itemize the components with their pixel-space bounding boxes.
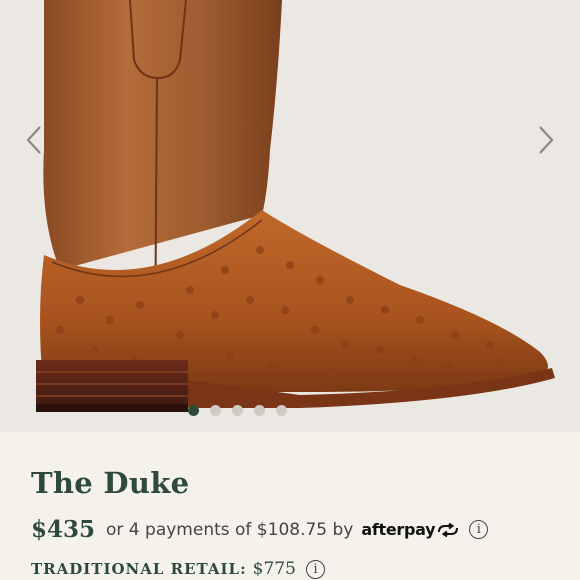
price-row: $435 or 4 payments of $108.75 by afterpa… [31,516,489,543]
chevron-left-icon [26,126,41,154]
retail-info-icon[interactable]: i [305,559,325,579]
installment-text: or 4 payments of $108.75 by [106,519,354,540]
pagination-dot-5[interactable] [276,405,287,416]
afterpay-info-icon[interactable]: i [469,520,489,539]
product-image-gallery[interactable] [0,0,580,432]
retail-price-row: TRADITIONAL RETAIL: $775 i [31,559,325,579]
gallery-pagination [188,405,287,416]
previous-image-button[interactable] [20,120,48,160]
pagination-dot-2[interactable] [210,405,221,416]
afterpay-logo[interactable]: afterpay [361,520,459,539]
product-title: The Duke [31,466,190,500]
pagination-dot-1[interactable] [188,405,199,416]
afterpay-wordmark: afterpay [361,520,436,539]
pagination-dot-3[interactable] [232,405,243,416]
pagination-dot-4[interactable] [254,405,265,416]
retail-price-value: $775 [252,559,296,579]
next-image-button[interactable] [532,120,560,160]
afterpay-arrows-icon [438,522,459,537]
chevron-right-icon [539,126,554,154]
retail-price-label: TRADITIONAL RETAIL: [31,560,247,578]
product-price: $435 [31,516,96,543]
product-info-panel [0,432,580,580]
product-image [36,0,555,412]
